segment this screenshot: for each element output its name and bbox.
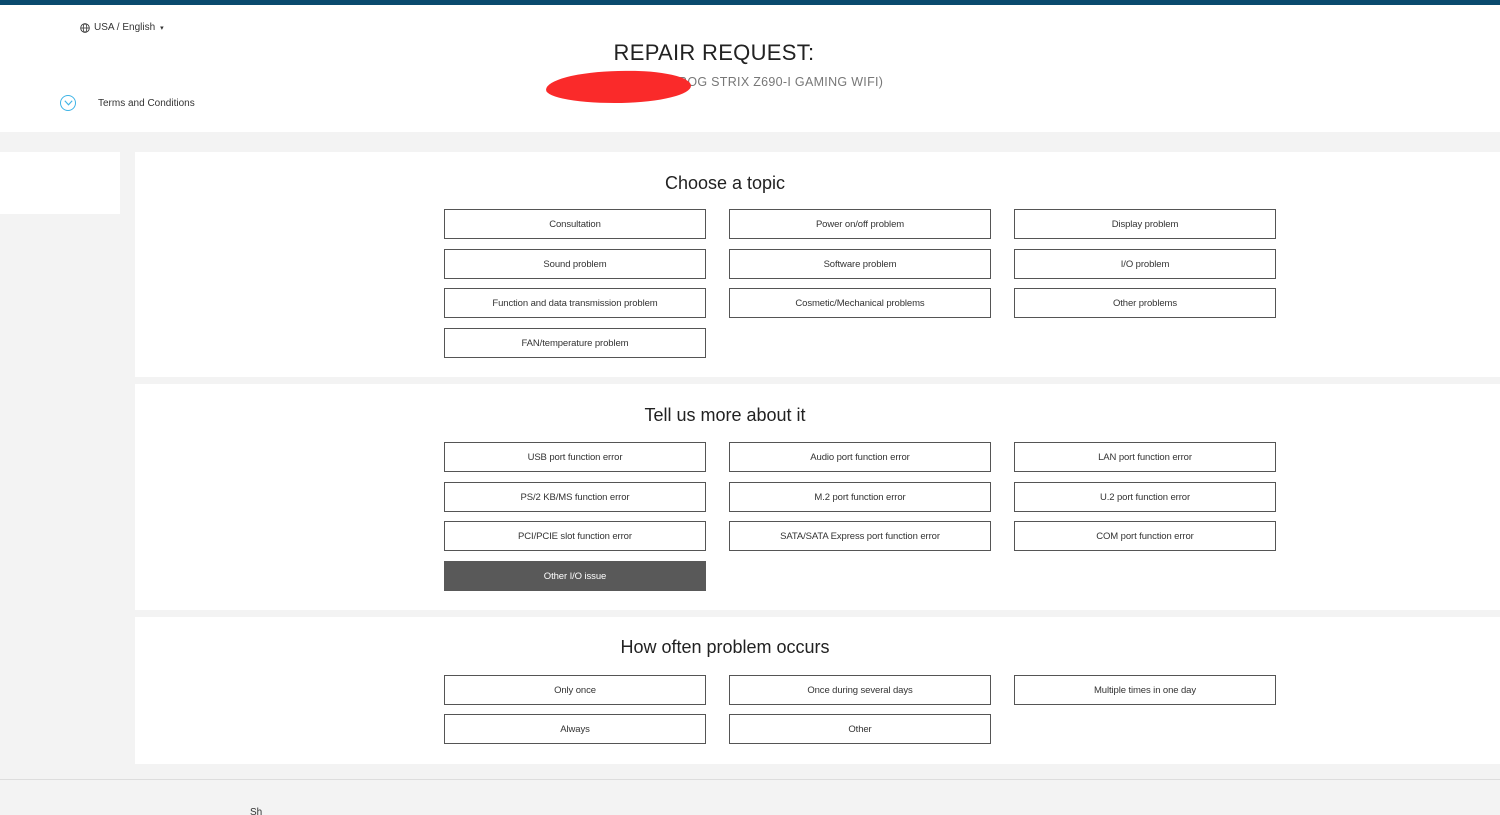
detail-option[interactable]: LAN port function error — [1014, 442, 1276, 472]
locale-selector[interactable]: USA / English ▾ — [80, 22, 164, 33]
topic-option[interactable]: Display problem — [1014, 209, 1276, 239]
product-name: ROG STRIX Z690-I GAMING WIFI) — [678, 75, 884, 89]
footer-partial-text: Sh — [250, 807, 263, 815]
detail-section: Tell us more about it USB port function … — [135, 384, 1500, 610]
locale-label: USA / English — [94, 22, 156, 33]
topic-option[interactable]: Power on/off problem — [729, 209, 991, 239]
topic-option[interactable]: Other problems — [1014, 288, 1276, 318]
topic-option[interactable]: Software problem — [729, 249, 991, 279]
topic-option[interactable]: FAN/temperature problem — [444, 328, 706, 358]
section-title: Tell us more about it — [644, 405, 806, 425]
terms-label: Terms and Conditions — [98, 97, 195, 109]
topic-section: Choose a topic Consultation Power on/off… — [135, 152, 1500, 377]
terms-toggle[interactable]: Terms and Conditions — [60, 95, 195, 111]
detail-option[interactable]: USB port function error — [444, 442, 706, 472]
chevron-down-circle-icon — [60, 95, 76, 111]
footer-divider — [0, 779, 1500, 780]
detail-option[interactable]: Audio port function error — [729, 442, 991, 472]
globe-icon — [80, 22, 90, 33]
detail-option[interactable]: SATA/SATA Express port function error — [729, 521, 991, 551]
page-title: REPAIR REQUEST: — [613, 40, 815, 65]
detail-option[interactable]: COM port function error — [1014, 521, 1276, 551]
topic-option[interactable]: Sound problem — [444, 249, 706, 279]
topic-option[interactable]: Consultation — [444, 209, 706, 239]
topic-option[interactable]: Function and data transmission problem — [444, 288, 706, 318]
caret-down-icon: ▾ — [160, 24, 164, 32]
detail-option-selected[interactable]: Other I/O issue — [444, 561, 706, 591]
topic-option[interactable]: I/O problem — [1014, 249, 1276, 279]
frequency-section: How often problem occurs Only once Once … — [135, 617, 1500, 764]
detail-option[interactable]: PCI/PCIE slot function error — [444, 521, 706, 551]
frequency-option[interactable]: Multiple times in one day — [1014, 675, 1276, 705]
frequency-option[interactable]: Only once — [444, 675, 706, 705]
detail-option[interactable]: U.2 port function error — [1014, 482, 1276, 512]
section-title: How often problem occurs — [620, 637, 830, 657]
page-header: USA / English ▾ REPAIR REQUEST: ROG STRI… — [0, 5, 1500, 132]
frequency-option[interactable]: Once during several days — [729, 675, 991, 705]
section-title: Choose a topic — [664, 173, 786, 193]
topic-option[interactable]: Cosmetic/Mechanical problems — [729, 288, 991, 318]
frequency-option[interactable]: Always — [444, 714, 706, 744]
detail-option[interactable]: PS/2 KB/MS function error — [444, 482, 706, 512]
detail-option[interactable]: M.2 port function error — [729, 482, 991, 512]
frequency-option[interactable]: Other — [729, 714, 991, 744]
